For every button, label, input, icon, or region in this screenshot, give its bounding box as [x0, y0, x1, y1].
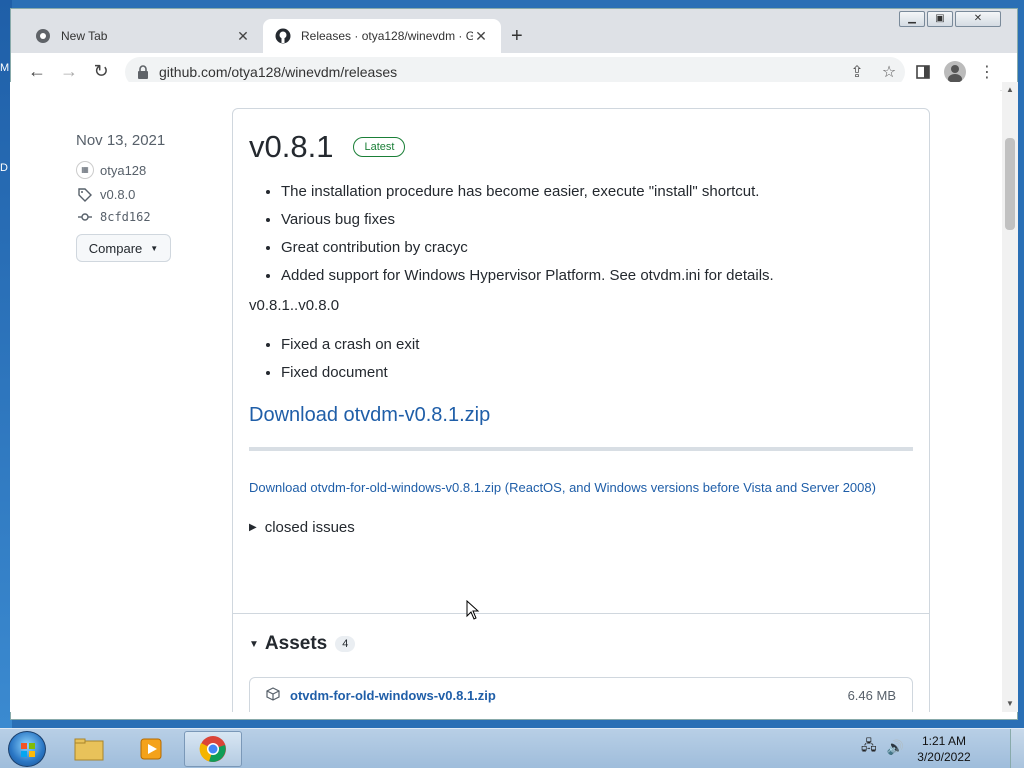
triangle-right-icon: ▶ [249, 522, 257, 533]
new-tab-button[interactable]: + [511, 25, 523, 48]
download-main-link[interactable]: Download otvdm-v0.8.1.zip [249, 404, 913, 427]
author-avatar: ▦ [76, 161, 94, 179]
list-item: Various bug fixes [281, 211, 913, 229]
list-item: Fixed document [281, 364, 913, 382]
chevron-down-icon: ▼ [150, 243, 159, 253]
tab-label: Releases · otya128/winevdm · Git [301, 29, 473, 43]
mouse-cursor-icon [466, 600, 480, 620]
release-meta: Nov 13, 2021 ▦ otya128 v0.8.0 8cfd162 Co… [76, 132, 216, 262]
assets-count-badge: 4 [335, 636, 356, 652]
lock-icon [137, 65, 149, 79]
release-version[interactable]: v0.8.1 [249, 129, 333, 165]
github-icon [275, 28, 291, 44]
release-author[interactable]: ▦ otya128 [76, 161, 216, 179]
download-old-windows-link[interactable]: Download otvdm-for-old-windows-v0.8.1.zi… [249, 479, 913, 497]
close-tab-icon[interactable]: ✕ [473, 28, 489, 45]
divider [233, 613, 929, 614]
taskbar-media-player[interactable] [122, 731, 180, 767]
desktop-edge-label: M [0, 62, 10, 74]
divider [249, 447, 913, 451]
minimize-button[interactable]: ▁ [899, 11, 925, 27]
system-tray: 🖧 🔊 [861, 735, 904, 759]
clock-date: 3/20/2022 [917, 750, 971, 764]
page-content: Nov 13, 2021 ▦ otya128 v0.8.0 8cfd162 Co… [10, 82, 1000, 712]
tab-label: New Tab [61, 29, 108, 43]
show-desktop-button[interactable] [1010, 729, 1024, 768]
release-date: Nov 13, 2021 [76, 132, 166, 149]
commit-icon [76, 210, 94, 224]
release-notes: The installation procedure has become ea… [281, 183, 913, 285]
window-close-button[interactable]: ✕ [955, 11, 1001, 27]
tab-strip: New Tab ✕ Releases · otya128/winevdm · G… [11, 9, 1017, 53]
release-card: v0.8.1 Latest The installation procedure… [232, 108, 930, 712]
closed-issues-label: closed issues [264, 519, 355, 536]
maximize-button[interactable]: ▣ [927, 11, 953, 27]
desktop-edge-label: D [0, 162, 8, 174]
taskbar: 🖧 🔊 1:21 AM 3/20/2022 [0, 728, 1024, 768]
windows-logo-icon [21, 743, 35, 757]
assets-heading: Assets [264, 633, 328, 654]
tab-new-tab[interactable]: New Tab ✕ [23, 19, 263, 53]
network-icon[interactable]: 🖧 [861, 735, 877, 759]
list-item: The installation procedure has become ea… [281, 183, 913, 201]
scroll-thumb[interactable] [1005, 138, 1015, 230]
assets-toggle[interactable]: ▼ Assets 4 [249, 633, 356, 655]
tag-icon [76, 187, 94, 202]
clock[interactable]: 1:21 AM 3/20/2022 [914, 733, 974, 765]
triangle-down-icon: ▼ [249, 638, 259, 650]
url-text: github.com/otya128/winevdm/releases [159, 64, 398, 80]
media-player-icon [140, 738, 162, 760]
list-item: Great contribution by cracyc [281, 239, 913, 257]
latest-badge: Latest [353, 137, 406, 157]
chrome-icon [35, 28, 51, 44]
compare-button[interactable]: Compare ▼ [76, 234, 171, 262]
tag-label: v0.8.0 [100, 187, 136, 202]
fix-list: Fixed a crash on exit Fixed document [281, 336, 913, 382]
asset-name[interactable]: otvdm-for-old-windows-v0.8.1.zip [290, 688, 848, 703]
tab-releases[interactable]: Releases · otya128/winevdm · Git ✕ [263, 19, 501, 53]
chrome-icon [199, 736, 226, 762]
folder-icon [74, 738, 104, 761]
page-scrollbar[interactable]: ▲ ▼ [1002, 82, 1018, 712]
taskbar-chrome[interactable] [184, 731, 242, 767]
scroll-up-icon[interactable]: ▲ [1002, 82, 1018, 98]
clock-time: 1:21 AM [921, 734, 967, 748]
volume-icon[interactable]: 🔊 [887, 739, 904, 756]
start-button[interactable] [8, 731, 46, 767]
asset-size: 6.46 MB [847, 687, 896, 703]
list-item: Fixed a crash on exit [281, 336, 913, 354]
asset-row[interactable]: otvdm-for-old-windows-v0.8.1.zip 6.46 MB [249, 677, 913, 712]
package-icon [266, 686, 282, 704]
diff-range: v0.8.1..v0.8.0 [249, 297, 340, 314]
closed-issues-toggle[interactable]: ▶ closed issues [249, 519, 913, 536]
author-name: otya128 [100, 162, 147, 178]
scroll-down-icon[interactable]: ▼ [1002, 696, 1018, 712]
release-commit[interactable]: 8cfd162 [76, 210, 216, 224]
release-tag[interactable]: v0.8.0 [76, 187, 216, 202]
window-controls: ▁ ▣ ✕ [897, 11, 1001, 27]
close-tab-icon[interactable]: ✕ [235, 28, 251, 45]
commit-hash: 8cfd162 [100, 210, 151, 224]
taskbar-file-explorer[interactable] [60, 731, 118, 767]
compare-label: Compare [88, 240, 143, 256]
list-item: Added support for Windows Hypervisor Pla… [281, 267, 913, 285]
